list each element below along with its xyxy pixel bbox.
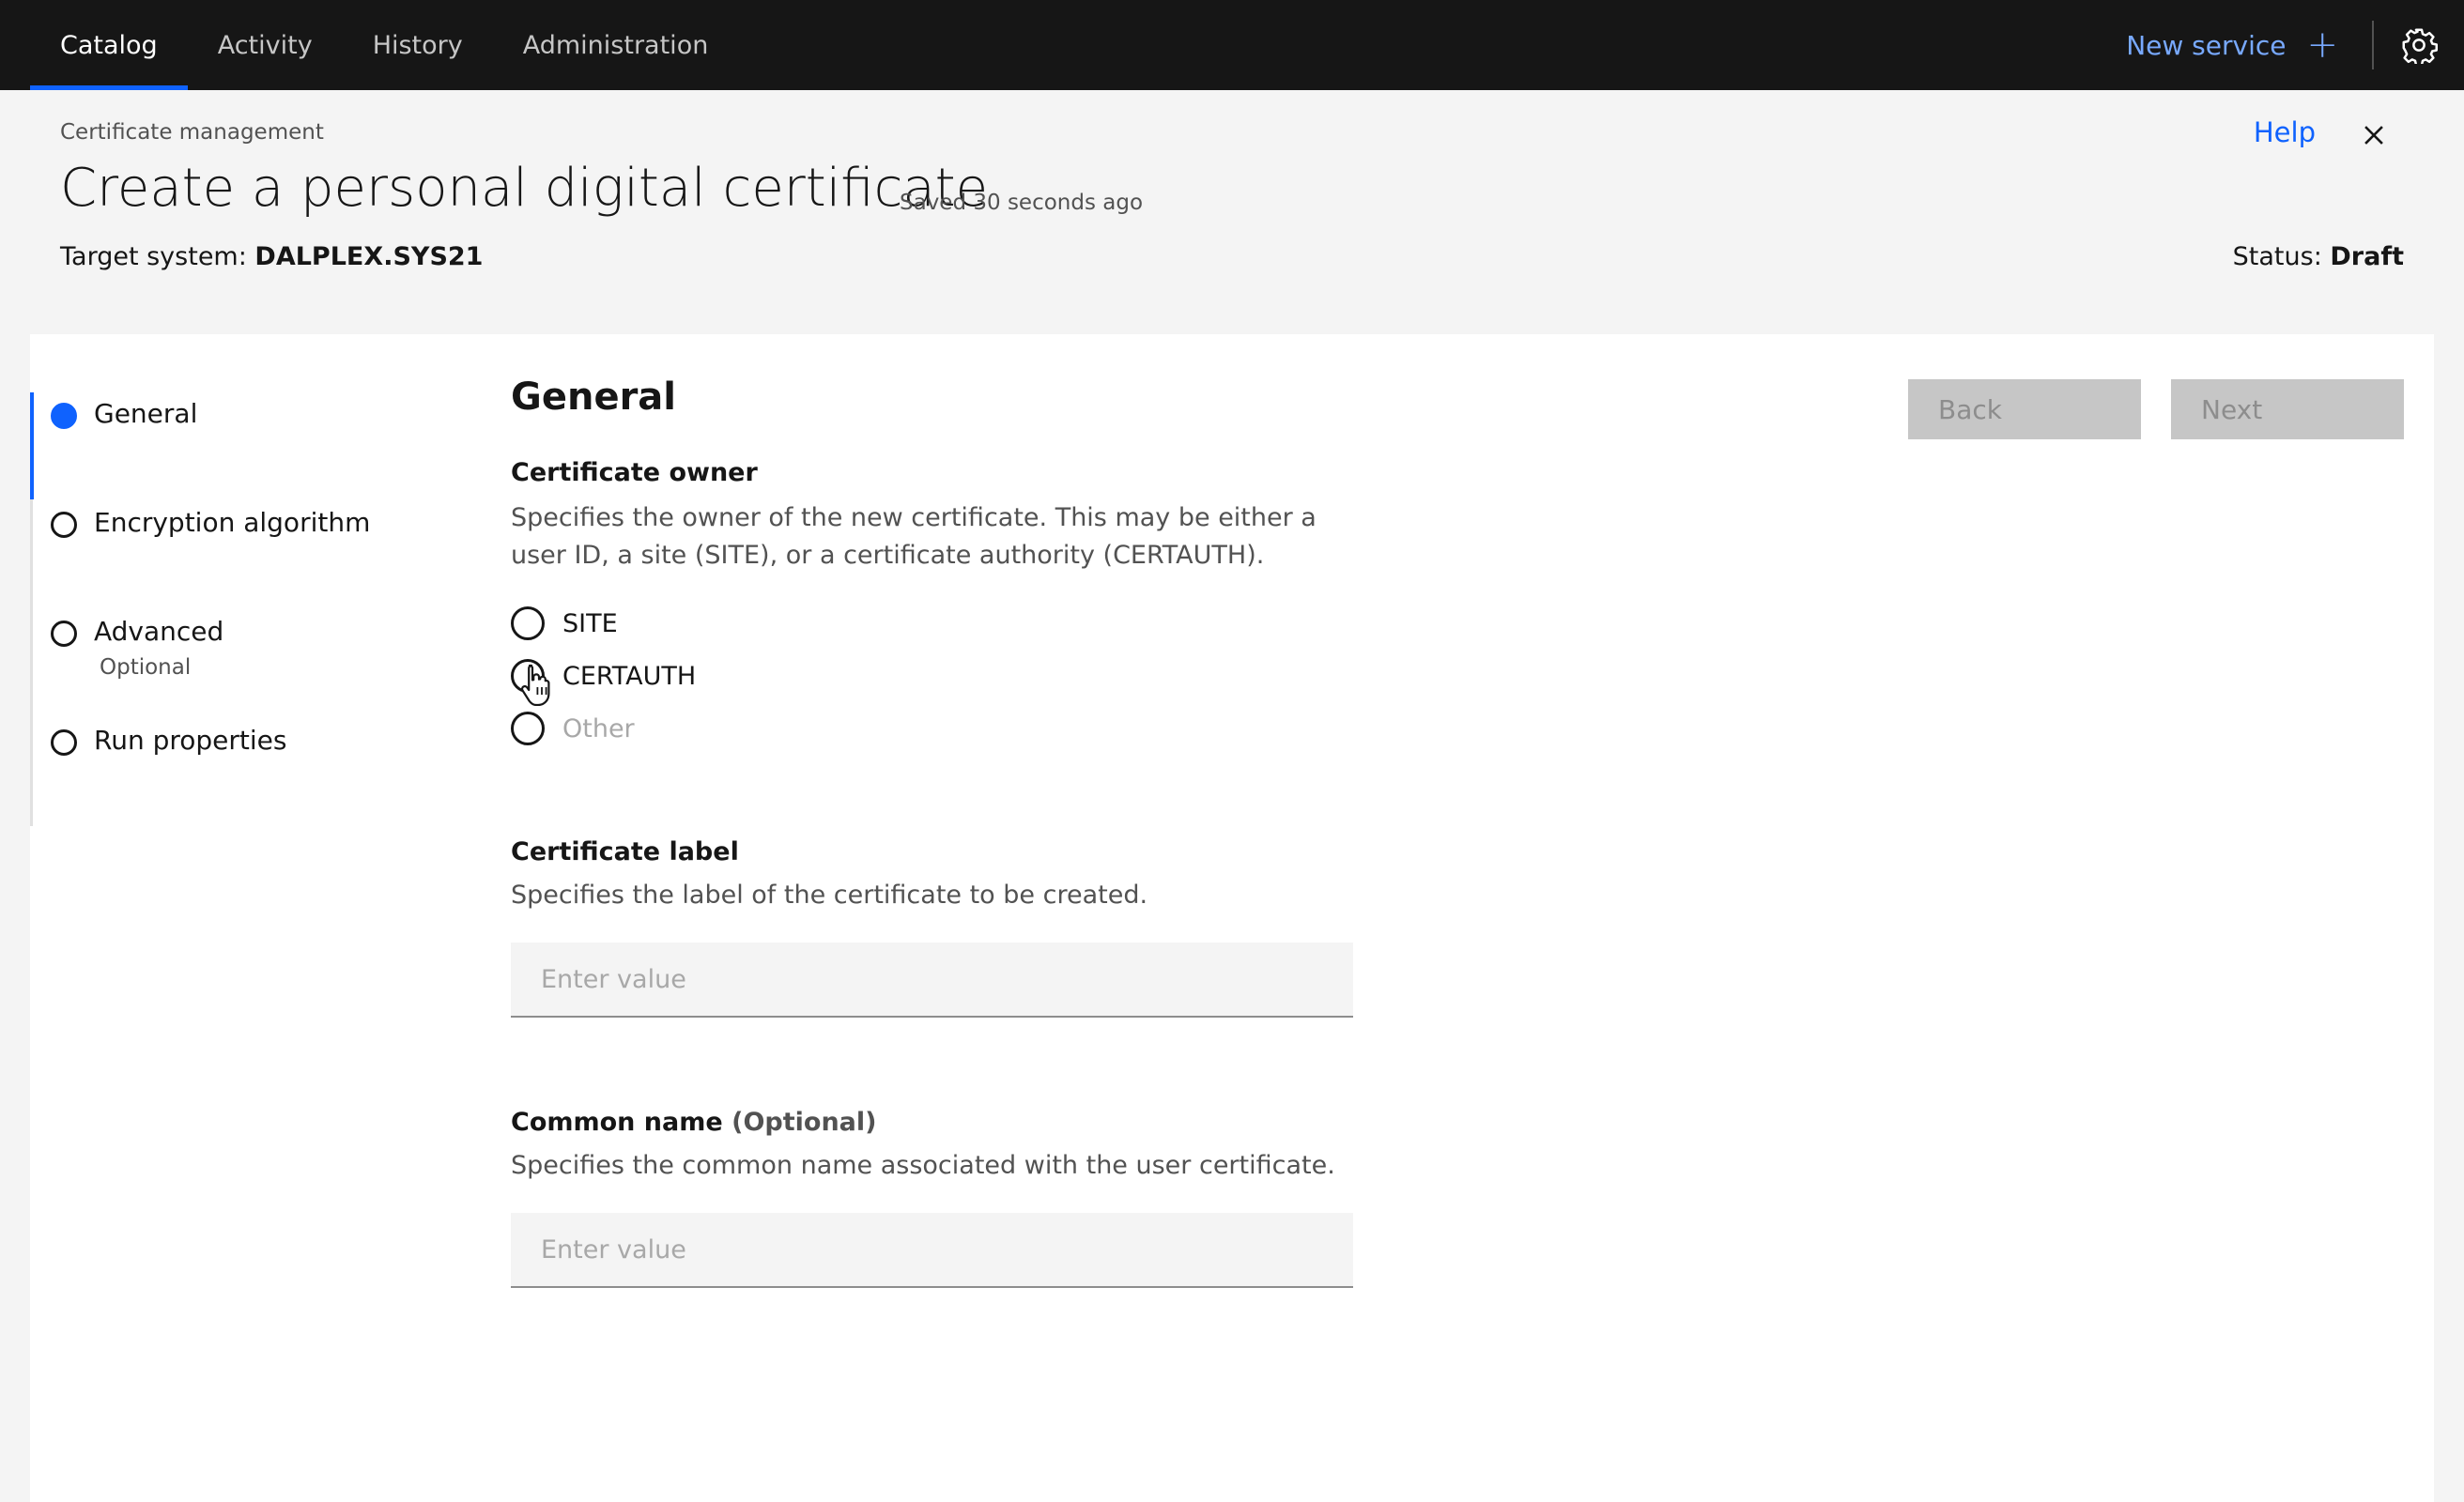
radio-button[interactable] [511, 606, 545, 640]
nav-actions: New service + [2126, 0, 2464, 90]
nav-tab-history[interactable]: History [343, 0, 493, 90]
status-badge: Draft [2330, 242, 2404, 271]
radio-other[interactable]: Other [511, 710, 635, 747]
section-title: General [511, 376, 676, 419]
next-button[interactable]: Next [2171, 379, 2404, 439]
nav-tab-activity[interactable]: Activity [188, 0, 343, 90]
target-system-value: DALPLEX.SYS21 [254, 242, 484, 271]
page-title: Create a personal digital certificate [60, 158, 989, 219]
new-service-button[interactable]: New service + [2126, 26, 2372, 64]
step-incomplete-icon [51, 729, 77, 756]
certificate-owner-label: Certificate owner [511, 458, 758, 487]
radio-label: Other [562, 713, 635, 743]
step-label: Advanced [94, 616, 224, 647]
target-system-label: Target system: [60, 242, 247, 271]
step-label: Run properties [94, 725, 287, 756]
step-label: General [94, 398, 198, 429]
nav-tab-administration[interactable]: Administration [493, 0, 739, 90]
common-name-label-text: Common name [511, 1108, 723, 1137]
status-label: Status: [2232, 242, 2322, 271]
step-incomplete-icon [51, 621, 77, 647]
certificate-label-help: Specifies the label of the certificate t… [511, 881, 1148, 910]
common-name-help: Specifies the common name associated wit… [511, 1151, 1335, 1180]
wizard-panel: General Encryption algorithm Advanced Op… [30, 334, 2434, 1502]
certificate-owner-help: Specifies the owner of the new certifica… [511, 503, 1317, 570]
close-icon [2364, 126, 2383, 145]
back-button[interactable]: Back [1908, 379, 2141, 439]
status: Status: Draft [2233, 242, 2404, 271]
common-name-input[interactable] [511, 1213, 1353, 1288]
certificate-label-label: Certificate label [511, 837, 739, 866]
radio-label: CERTAUTH [562, 661, 697, 691]
common-name-label: Common name (Optional) [511, 1108, 876, 1137]
optional-tag: (Optional) [732, 1108, 877, 1137]
radio-button[interactable] [511, 712, 545, 745]
step-label: Encryption algorithm [94, 507, 371, 538]
help-link[interactable]: Help [2254, 116, 2316, 148]
target-system: Target system: DALPLEX.SYS21 [60, 242, 483, 271]
radio-button[interactable] [511, 659, 545, 693]
nav-tabs: Catalog Activity History Administration [30, 0, 738, 90]
step-current-icon [51, 403, 77, 429]
gear-icon [2402, 28, 2438, 64]
nav-tab-catalog[interactable]: Catalog [30, 0, 188, 90]
radio-site[interactable]: SITE [511, 605, 618, 642]
step-optional-label: Optional [100, 655, 192, 680]
breadcrumb[interactable]: Certificate management [60, 120, 324, 145]
radio-label: SITE [562, 608, 618, 638]
close-button[interactable] [2357, 118, 2391, 152]
saved-timestamp: Saved 30 seconds ago [900, 191, 1144, 215]
step-incomplete-icon [51, 512, 77, 538]
plus-icon: + [2306, 23, 2338, 67]
progress-track-active [30, 392, 34, 499]
settings-button[interactable] [2374, 0, 2464, 90]
radio-certauth[interactable]: CERTAUTH [511, 657, 696, 695]
new-service-label: New service [2126, 29, 2287, 61]
top-navigation-bar: Catalog Activity History Administration … [0, 0, 2464, 90]
certificate-label-input[interactable] [511, 943, 1353, 1018]
